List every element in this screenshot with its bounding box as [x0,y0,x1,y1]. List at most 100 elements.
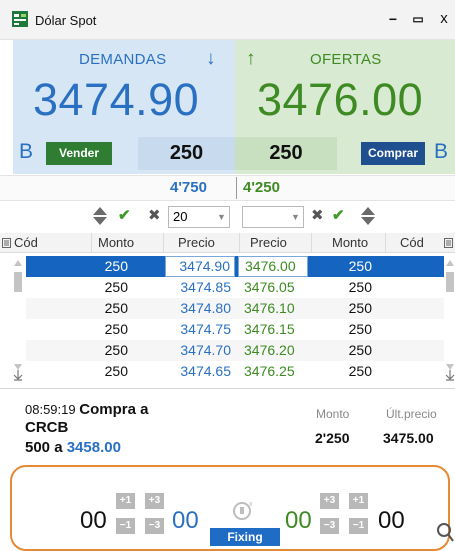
dolar-spot-window: Dólar Spot − ▭ x DEMANDAS ↓ 3474.90 ↑ OF… [0,0,455,551]
cancel-x-icon[interactable]: ✖ [148,206,161,226]
bid-monto-cell: 250 [104,279,128,295]
book-table-header: Cód Monto Precio Precio Monto Cód [0,233,455,253]
trade-qty: 500 a [25,439,63,456]
left-plus1-button[interactable]: +1 [116,493,135,509]
left-minus1-button[interactable]: −1 [116,518,135,534]
table-row[interactable]: 250 3474.85 3476.05 250 [26,277,444,298]
ask-precio-cell: 3476.25 [244,363,295,379]
ask-qty-input[interactable]: 250 [235,137,337,170]
col-ask-monto[interactable]: Monto [332,235,368,250]
ask-precio-cell: 3476.00 [238,256,308,277]
maximize-button[interactable]: ▭ [410,10,426,28]
table-row[interactable]: 250 3474.80 3476.10 250 [26,298,444,319]
sort-arrows-icon[interactable] [360,206,376,226]
left-plus3-button[interactable]: +3 [145,493,164,509]
sort-arrows-icon[interactable] [92,206,108,226]
col-bid-precio[interactable]: Precio [178,235,215,250]
chevron-down-icon: ▼ [291,212,300,222]
table-row[interactable]: 250 3474.90 3476.00 250 [26,256,444,277]
bid-price: 3474.90 [33,74,200,125]
bid-precio-cell: 3474.90 [165,256,235,277]
bid-precio-cell: 3474.80 [180,300,231,316]
right-minus3-button[interactable]: −3 [320,518,339,534]
ask-price: 3476.00 [257,74,424,125]
ask-precio-cell: 3476.05 [244,279,295,295]
chevron-down-icon: ▼ [217,212,226,222]
right-plus3-button[interactable]: +3 [320,493,339,509]
fixing-left-decimal[interactable]: 00 [172,507,199,535]
minimize-button[interactable]: − [385,10,401,28]
ask-scrollbar[interactable] [445,256,455,381]
table-row[interactable]: 250 3474.75 3476.15 250 [26,319,444,340]
totals-row [0,175,455,201]
bid-monto-cell: 250 [104,321,128,337]
check-icon[interactable]: ✔ [118,206,131,226]
col-bid-monto[interactable]: Monto [98,235,134,250]
bid-precio-cell: 3474.65 [180,363,231,379]
vender-button[interactable]: Vender [46,142,112,165]
trade-action: Compra a [79,401,149,418]
ask-precio-cell: 3476.15 [244,321,295,337]
last-trade-panel: 08:59:19 Compra a CRCB 500 a 3458.00 Mon… [25,397,445,463]
svg-text:x: x [249,501,253,508]
search-icon[interactable] [436,522,454,544]
check-icon[interactable]: ✔ [332,206,345,226]
bid-total: 4'750 [170,179,207,196]
ask-broker-letter: B [434,140,449,163]
bid-depth-value: 20 [173,209,188,224]
monto-label: Monto [316,407,350,421]
bid-depth-select[interactable]: 20 ▼ [168,206,230,228]
cancel-x-icon[interactable]: ✖ [311,206,324,226]
arrow-up-icon: ↑ [246,48,256,69]
right-minus1-button[interactable]: −1 [349,518,368,534]
bid-monto-cell: 250 [104,258,128,274]
fixing-button[interactable]: Fixing [210,528,280,546]
col-ask-cod[interactable]: Cód [400,235,424,250]
ofertas-label: OFERTAS [310,51,382,68]
ask-monto-cell: 250 [348,363,372,379]
trade-time: 08:59:19 [25,402,76,417]
trade-counterparty: CRCB [25,419,69,436]
ask-monto-cell: 250 [348,342,372,358]
bid-broker-letter: B [19,140,34,163]
columns-menu-icon[interactable] [444,238,453,248]
ask-depth-select[interactable]: ▼ [242,206,304,228]
bid-precio-cell: 3474.75 [180,321,231,337]
last-price-value: 3475.00 [383,430,434,446]
col-ask-precio[interactable]: Precio [250,235,287,250]
bid-monto-cell: 250 [104,300,128,316]
comprar-button[interactable]: Comprar [361,142,425,165]
ask-monto-cell: 250 [348,300,372,316]
bid-scrollbar[interactable] [13,256,23,381]
table-row[interactable]: 250 3474.65 3476.25 250 [26,361,444,382]
ask-precio-cell: 3476.20 [244,342,295,358]
totals-divider [236,177,237,199]
ask-total: 4'250 [243,179,280,196]
ask-monto-cell: 250 [348,321,372,337]
right-plus1-button[interactable]: +1 [349,493,368,509]
ask-monto-cell: 250 [348,279,372,295]
fixing-right-decimal[interactable]: 00 [378,507,405,535]
window-title: Dólar Spot [35,13,97,28]
lock-timer-icon: x [233,501,253,520]
table-row[interactable]: 250 3474.70 3476.20 250 [26,340,444,361]
monto-value: 2'250 [315,430,350,446]
columns-menu-icon[interactable] [2,238,11,248]
bid-monto-cell: 250 [104,363,128,379]
fixing-right-whole[interactable]: 00 [285,507,312,535]
col-bid-cod[interactable]: Cód [14,235,38,250]
fixing-left-whole[interactable]: 00 [80,507,107,535]
bid-precio-cell: 3474.70 [180,342,231,358]
bid-qty-input[interactable]: 250 [138,137,235,170]
ask-monto-cell: 250 [348,258,372,274]
left-minus3-button[interactable]: −3 [145,518,164,534]
bid-precio-cell: 3474.85 [180,279,231,295]
close-button[interactable]: x [436,10,452,28]
bid-monto-cell: 250 [104,342,128,358]
last-price-label: Últ.precio [386,407,437,421]
title-bar: Dólar Spot − ▭ x [0,0,455,40]
trade-price: 3458.00 [66,439,121,456]
ask-precio-cell: 3476.10 [244,300,295,316]
app-logo-icon [12,11,28,27]
arrow-down-icon: ↓ [206,48,216,69]
